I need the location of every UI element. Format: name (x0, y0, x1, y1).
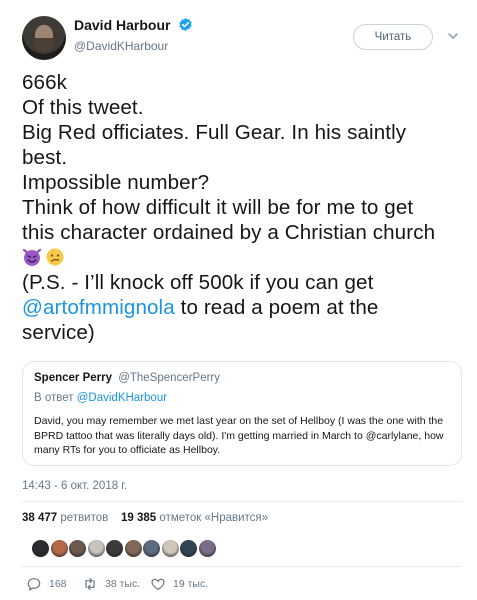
quoted-tweet-header: Spencer Perry @TheSpencerPerry (34, 372, 220, 384)
tweet-line-with-mention: @artofmmignola to read a poem at the (22, 295, 462, 320)
liker-avatar[interactable] (69, 540, 86, 557)
divider (22, 566, 462, 567)
author-avatar[interactable] (22, 16, 66, 60)
reply-to-mention[interactable]: @DavidKHarbour (77, 392, 167, 404)
tweet-line: Think of how difficult it will be for me… (22, 196, 414, 219)
liker-avatar[interactable] (198, 540, 216, 557)
follow-button[interactable]: Читать (353, 24, 433, 50)
quoted-author-handle: @TheSpencerPerry (118, 372, 221, 384)
liker-avatar[interactable] (106, 540, 123, 557)
tweet-line: (P.S. - I’ll knock off 500k if you can g… (22, 271, 374, 294)
retweets-label: ретвитов (60, 512, 109, 524)
smiling-imp-emoji-icon (22, 248, 42, 266)
liker-avatar[interactable] (143, 540, 160, 557)
retweets-stat[interactable]: 38 477 ретвитов (22, 512, 108, 524)
likes-stat[interactable]: 19 385 отметок «Нравится» (121, 512, 268, 524)
retweet-icon (85, 578, 95, 590)
author-display-name[interactable]: David Harbour (74, 17, 170, 33)
liker-avatar[interactable] (124, 540, 142, 557)
liker-avatar[interactable] (50, 540, 68, 557)
verified-badge-icon (179, 18, 192, 32)
author-name-block[interactable]: David Harbour @DavidKHarbour (74, 16, 193, 53)
quoted-tweet[interactable]: Spencer Perry @TheSpencerPerry В ответ @… (22, 361, 462, 466)
reply-count: 168 (49, 578, 67, 590)
like-button[interactable]: 19 тыс. (150, 576, 208, 592)
reply-icon (27, 578, 41, 591)
tweet-line: Of this tweet. (22, 96, 144, 119)
tweet-line: service) (22, 321, 95, 344)
liker-avatar[interactable] (87, 540, 105, 557)
liker-avatar[interactable] (32, 540, 49, 557)
tweet-actions: 168 38 тыс. 19 тыс. (22, 576, 462, 594)
liker-avatar[interactable] (161, 540, 179, 557)
quoted-author-name: Spencer Perry (34, 372, 112, 384)
heart-icon (151, 578, 165, 590)
tweet-timestamp[interactable]: 14:43 - 6 окт. 2018 г. (22, 480, 127, 492)
reply-button[interactable]: 168 (26, 576, 67, 592)
tweet-text: 666k Of this tweet. Big Red officiates. … (22, 70, 462, 345)
author-handle[interactable]: @DavidKHarbour (74, 39, 193, 53)
chevron-down-icon[interactable] (447, 30, 459, 42)
liker-avatars (32, 540, 217, 558)
quoted-tweet-body: David, you may remember we met last year… (34, 415, 444, 456)
mention-link[interactable]: @artofmmignola (22, 296, 175, 319)
likes-count: 19 385 (121, 512, 157, 524)
liker-avatar[interactable] (180, 540, 197, 557)
retweet-count: 38 тыс. (105, 578, 141, 590)
tweet-line-text: to read a poem at the (174, 296, 379, 319)
retweets-count: 38 477 (22, 512, 58, 524)
likes-label: отметок «Нравится» (159, 512, 269, 524)
quoted-reply-context: В ответ @DavidKHarbour (34, 392, 167, 404)
confused-face-emoji-icon (46, 248, 64, 266)
tweet-line: Big Red officiates. Full Gear. In his sa… (22, 121, 407, 144)
tweet-line: 666k (22, 71, 68, 94)
tweet-emoji-line (22, 245, 462, 270)
divider (22, 501, 462, 502)
reply-prefix: В ответ (34, 392, 74, 404)
like-count: 19 тыс. (173, 578, 209, 590)
retweet-button[interactable]: 38 тыс. (82, 576, 140, 592)
tweet-line: Impossible number? (22, 171, 210, 194)
tweet-stats: 38 477 ретвитов 19 385 отметок «Нравится… (22, 512, 268, 524)
tweet-line: best. (22, 146, 68, 169)
tweet-line: this character ordained by a Christian c… (22, 221, 436, 244)
tweet-header: David Harbour @DavidKHarbour Читать (22, 14, 462, 64)
